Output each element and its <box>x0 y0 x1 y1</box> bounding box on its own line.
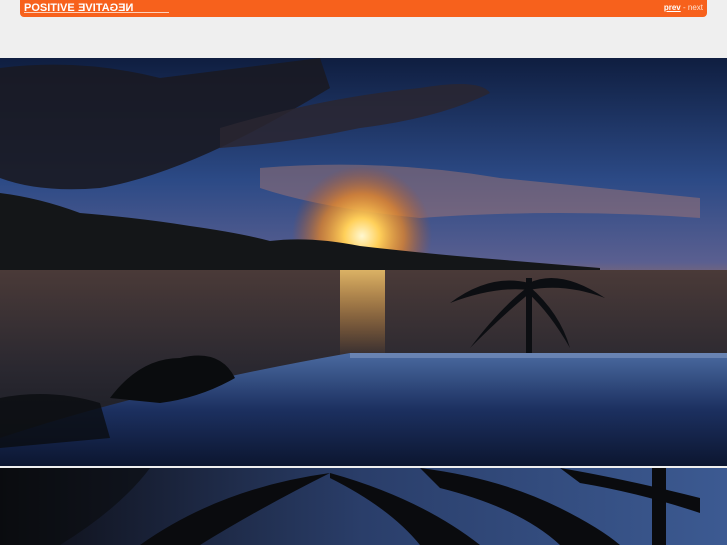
nav-separator: - <box>682 3 686 12</box>
logo-underline <box>24 12 169 13</box>
palm-photo-image <box>0 468 727 545</box>
photo-nav: prev - next <box>664 3 703 13</box>
next-link[interactable]: next <box>688 3 703 12</box>
prev-link[interactable]: prev <box>664 3 681 12</box>
secondary-photo <box>0 468 727 545</box>
main-photo <box>0 58 727 466</box>
sunset-photo-image <box>0 58 727 466</box>
top-bar: POSITIVE NEGATIVE prev - next <box>20 0 707 17</box>
